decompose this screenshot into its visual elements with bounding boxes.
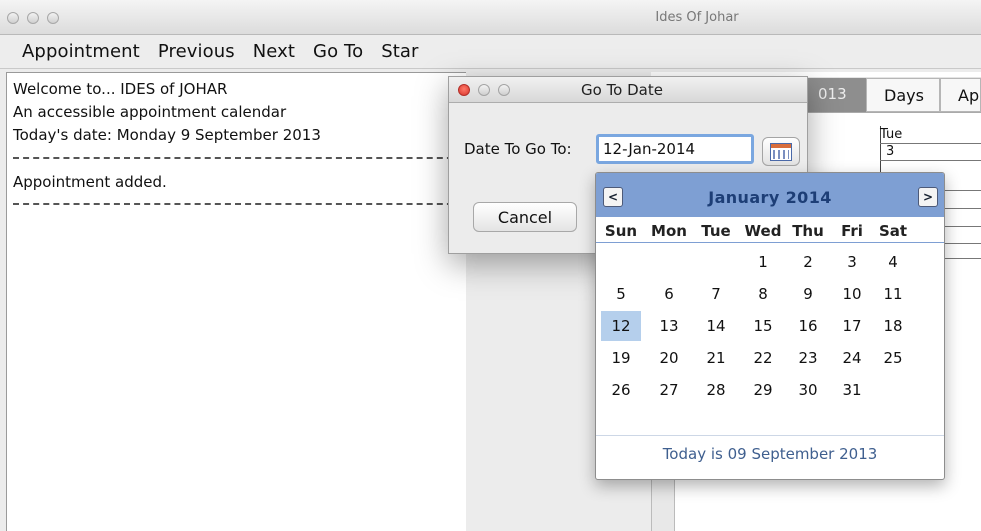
tab-days[interactable]: Days	[866, 78, 940, 112]
day-cell[interactable]: 5	[601, 279, 641, 309]
date-picker-popup: < January 2014 > Sun Mon Tue Wed Thu Fri…	[595, 172, 945, 480]
tab-appointments[interactable]: Ap	[940, 78, 981, 112]
next-month-button[interactable]: >	[918, 187, 938, 207]
menu-bar: Appointment Previous Next Go To Star	[0, 35, 981, 69]
dialog-titlebar: Go To Date	[449, 77, 807, 103]
date-cell[interactable]: 3	[886, 144, 894, 159]
day-cell[interactable]: 8	[743, 279, 783, 309]
log-divider	[13, 203, 463, 205]
day-cell[interactable]: 1	[743, 247, 783, 277]
day-cell[interactable]: 19	[601, 343, 641, 373]
day-cell[interactable]: 9	[788, 279, 828, 309]
weekday-sat: Sat	[878, 222, 908, 240]
day-cell[interactable]: 28	[696, 375, 736, 405]
window-titlebar: Ides Of Johar	[0, 0, 981, 35]
dialog-close-button[interactable]	[458, 84, 470, 96]
log-line-subtitle: An accessible appointment calendar	[13, 103, 287, 121]
dialog-title: Go To Date	[581, 81, 663, 99]
weekday-fri: Fri	[841, 222, 863, 240]
day-cell[interactable]: 13	[649, 311, 689, 341]
log-line-appointment-added: Appointment added.	[13, 173, 167, 191]
day-cell[interactable]: 17	[832, 311, 872, 341]
grid-line	[880, 160, 981, 161]
day-cell[interactable]: 20	[649, 343, 689, 373]
day-cell[interactable]: 16	[788, 311, 828, 341]
day-cell[interactable]: 10	[832, 279, 872, 309]
weekday-tue: Tue	[701, 222, 731, 240]
day-cell[interactable]: 24	[832, 343, 872, 373]
window-title: Ides Of Johar	[655, 10, 739, 25]
picker-divider	[596, 435, 944, 436]
menu-star[interactable]: Star	[381, 41, 418, 62]
day-cell[interactable]: 30	[788, 375, 828, 405]
day-cell[interactable]: 27	[649, 375, 689, 405]
day-cell[interactable]: 3	[832, 247, 872, 277]
weekday-header-row: Sun Mon Tue Wed Thu Fri Sat	[596, 219, 944, 243]
grid-line	[880, 143, 981, 144]
weekday-wed: Wed	[744, 222, 782, 240]
date-label: Date To Go To:	[464, 140, 572, 158]
day-cell[interactable]: 14	[696, 311, 736, 341]
menu-appointment[interactable]: Appointment	[22, 41, 140, 62]
day-cell[interactable]: 25	[873, 343, 913, 373]
log-line-welcome: Welcome to... IDES of JOHAR	[13, 80, 228, 98]
calendar-button[interactable]	[762, 137, 800, 166]
picker-header: < January 2014 >	[596, 173, 944, 217]
day-cell[interactable]: 7	[696, 279, 736, 309]
today-link[interactable]: Today is 09 September 2013	[596, 445, 944, 463]
day-cell[interactable]: 15	[743, 311, 783, 341]
column-header-tue: Tue	[880, 127, 903, 142]
day-cell[interactable]: 21	[696, 343, 736, 373]
month-title: January 2014	[708, 188, 832, 207]
dialog-minimize-button[interactable]	[478, 84, 490, 96]
day-cell[interactable]: 2	[788, 247, 828, 277]
day-cell[interactable]: 31	[832, 375, 872, 405]
day-cell[interactable]: 18	[873, 311, 913, 341]
day-cell[interactable]: 4	[873, 247, 913, 277]
weekday-sun: Sun	[604, 222, 638, 240]
menu-previous[interactable]: Previous	[158, 41, 235, 62]
weekday-mon: Mon	[651, 222, 687, 240]
day-cell[interactable]: 22	[743, 343, 783, 373]
day-cell[interactable]: 11	[873, 279, 913, 309]
day-cell-selected[interactable]: 12	[601, 311, 641, 341]
date-input[interactable]: 12-Jan-2014	[596, 134, 754, 164]
day-cell[interactable]: 26	[601, 375, 641, 405]
day-cell[interactable]: 23	[788, 343, 828, 373]
log-line-todays-date: Today's date: Monday 9 September 2013	[13, 126, 321, 144]
dialog-zoom-button[interactable]	[498, 84, 510, 96]
menu-go-to[interactable]: Go To	[313, 41, 363, 62]
menu-next[interactable]: Next	[253, 41, 295, 62]
cancel-button[interactable]: Cancel	[473, 202, 577, 232]
day-cell[interactable]: 29	[743, 375, 783, 405]
tab-year[interactable]: 013	[800, 78, 866, 112]
calendar-icon	[770, 142, 792, 161]
weekday-thu: Thu	[792, 222, 824, 240]
day-cell[interactable]: 6	[649, 279, 689, 309]
message-log-panel[interactable]: Welcome to... IDES of JOHAR An accessibl…	[6, 72, 466, 531]
log-divider	[13, 157, 463, 159]
